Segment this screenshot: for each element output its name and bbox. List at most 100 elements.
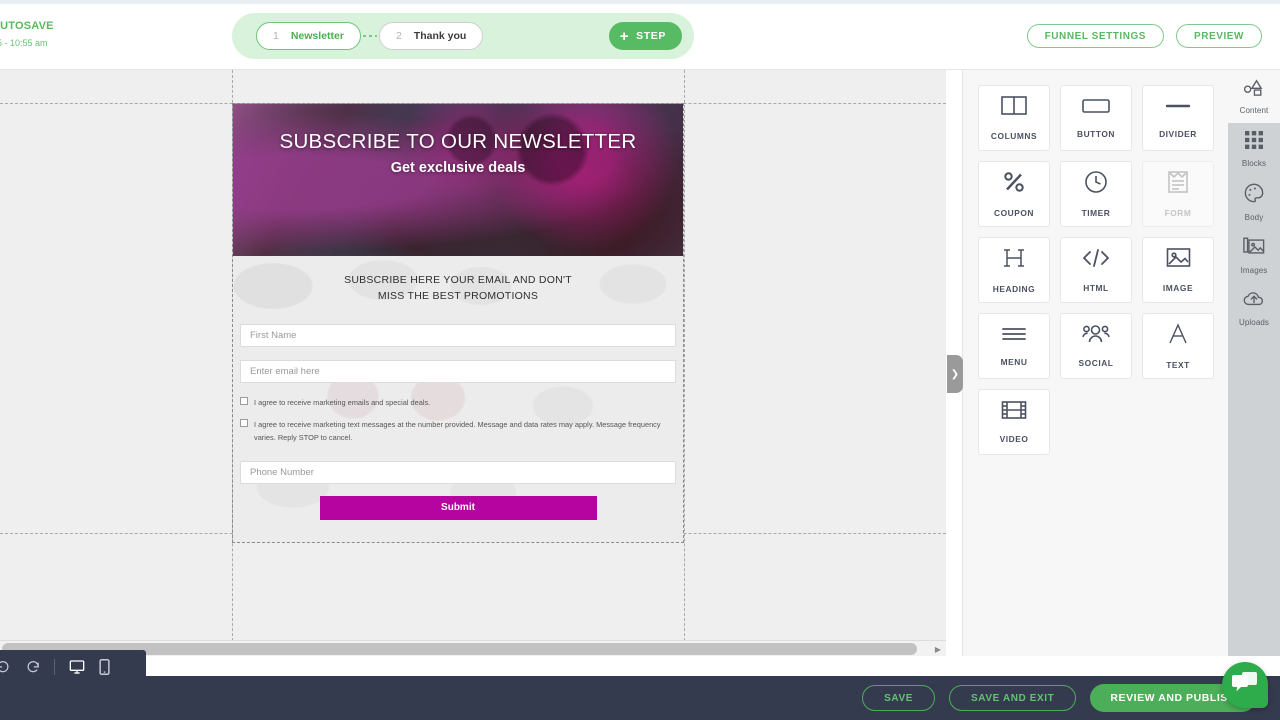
mobile-icon[interactable] (99, 659, 110, 675)
undo-icon[interactable] (0, 660, 11, 675)
tab-label: Content (1240, 106, 1269, 115)
save-button[interactable]: SAVE (862, 685, 935, 711)
content-tile-html[interactable]: HTML (1060, 237, 1132, 303)
add-step-label: STEP (636, 30, 666, 42)
hero-subtitle: Get exclusive deals (391, 160, 526, 176)
menu-icon (1001, 325, 1027, 348)
content-panel: COLUMNS BUTTON DIVIDER (962, 70, 1280, 656)
consent-sms-checkbox[interactable] (240, 419, 248, 427)
content-tile-image[interactable]: IMAGE (1142, 237, 1214, 303)
step-label: Thank you (414, 30, 467, 42)
redo-icon[interactable] (25, 660, 40, 675)
content-tile-timer[interactable]: TIMER (1060, 161, 1132, 227)
step-number: 2 (396, 30, 402, 42)
step-pill-thank-you[interactable]: 2 Thank you (379, 22, 483, 50)
shapes-icon (1243, 79, 1265, 101)
divider-icon (1165, 97, 1191, 120)
tile-label: HEADING (993, 284, 1035, 294)
columns-icon (1001, 95, 1027, 122)
content-tile-heading[interactable]: HEADING (978, 237, 1050, 303)
hero-image-block[interactable]: SUBSCRIBE TO OUR NEWSLETTER Get exclusiv… (233, 104, 683, 256)
device-preview-toolbar (0, 650, 146, 684)
content-tile-divider[interactable]: DIVIDER (1142, 85, 1214, 151)
tile-label: DIVIDER (1159, 129, 1197, 139)
form-heading-line2: MISS THE BEST PROMOTIONS (240, 288, 676, 304)
form-icon (1167, 170, 1189, 199)
content-tile-text[interactable]: TEXT (1142, 313, 1214, 379)
consent-email-row[interactable]: I agree to receive marketing emails and … (240, 396, 676, 410)
chevron-right-icon: ❯ (951, 369, 959, 380)
tile-label: TIMER (1082, 208, 1111, 218)
tile-label: COUPON (994, 208, 1034, 218)
chat-widget-button[interactable] (1222, 662, 1268, 708)
content-tile-form: FORM (1142, 161, 1214, 227)
text-icon (1167, 322, 1189, 351)
tile-label: HTML (1083, 283, 1108, 293)
tab-label: Body (1245, 213, 1264, 222)
form-heading: SUBSCRIBE HERE YOUR EMAIL AND DON'T MISS… (240, 272, 676, 304)
canvas-guide-right (684, 70, 685, 656)
consent-sms-row[interactable]: I agree to receive marketing text messag… (240, 418, 676, 445)
consent-email-checkbox[interactable] (240, 397, 248, 405)
tile-label: VIDEO (1000, 434, 1029, 444)
content-tile-menu[interactable]: MENU (978, 313, 1050, 379)
image-icon (1166, 247, 1191, 274)
step-pill-newsletter[interactable]: 1 Newsletter (256, 22, 361, 50)
tile-label: COLUMNS (991, 131, 1037, 141)
consent-email-label: I agree to receive marketing emails and … (254, 396, 430, 410)
content-tile-video[interactable]: VIDEO (978, 389, 1050, 455)
desktop-icon[interactable] (69, 659, 85, 675)
content-tile-columns[interactable]: COLUMNS (978, 85, 1050, 151)
hscroll-right-arrow-icon[interactable]: ▶ (930, 641, 946, 656)
plus-icon: + (620, 29, 629, 44)
content-tile-button[interactable]: BUTTON (1060, 85, 1132, 151)
hero-text-overlay: SUBSCRIBE TO OUR NEWSLETTER Get exclusiv… (233, 104, 683, 256)
tab-label: Uploads (1239, 318, 1269, 327)
topbar-accent-line (0, 0, 1280, 4)
toolbar-divider (54, 659, 55, 675)
submit-button[interactable]: Submit (320, 496, 597, 520)
code-icon (1083, 247, 1109, 274)
tab-uploads[interactable]: Uploads (1228, 282, 1280, 335)
panel-collapse-handle[interactable]: ❯ (947, 355, 963, 393)
tile-label: FORM (1165, 208, 1192, 218)
tab-label: Images (1241, 266, 1268, 275)
step-number: 1 (273, 30, 279, 42)
preview-button[interactable]: PREVIEW (1176, 24, 1262, 48)
content-tile-coupon[interactable]: COUPON (978, 161, 1050, 227)
phone-input[interactable]: Phone Number (240, 461, 676, 484)
autosave-timestamp: 05 - 10:55 am (0, 38, 112, 48)
panel-tabs-rail: Content Blocks (1228, 70, 1280, 656)
top-right-actions: FUNNEL SETTINGS PREVIEW (1027, 24, 1262, 48)
gallery-icon (1243, 237, 1265, 261)
funnel-email-editor: AUTOSAVE 05 - 10:55 am 1 Newsletter 2 Th… (0, 0, 1280, 720)
tile-label: MENU (1001, 357, 1028, 367)
tab-images[interactable]: Images (1228, 229, 1280, 282)
autosave-label: AUTOSAVE (0, 20, 112, 32)
button-icon (1082, 97, 1110, 120)
email-form-block[interactable]: SUBSCRIBE HERE YOUR EMAIL AND DON'T MISS… (233, 256, 683, 542)
step-label: Newsletter (291, 30, 344, 42)
content-tiles-grid: COLUMNS BUTTON DIVIDER (978, 85, 1230, 455)
email-template[interactable]: SUBSCRIBE TO OUR NEWSLETTER Get exclusiv… (233, 104, 683, 542)
editor-canvas[interactable]: SUBSCRIBE TO OUR NEWSLETTER Get exclusiv… (0, 70, 946, 656)
top-bar: AUTOSAVE 05 - 10:55 am 1 Newsletter 2 Th… (0, 0, 1280, 70)
tab-blocks[interactable]: Blocks (1228, 123, 1280, 176)
video-icon (1001, 400, 1027, 425)
email-input[interactable]: Enter email here (240, 360, 676, 383)
social-icon (1082, 324, 1110, 349)
tab-body[interactable]: Body (1228, 176, 1280, 229)
palette-icon (1244, 183, 1264, 208)
content-tile-social[interactable]: SOCIAL (1060, 313, 1132, 379)
tile-label: TEXT (1166, 360, 1190, 370)
save-and-exit-button[interactable]: SAVE AND EXIT (949, 685, 1076, 711)
first-name-input[interactable]: First Name (240, 324, 676, 347)
tile-label: IMAGE (1163, 283, 1193, 293)
tab-content[interactable]: Content (1228, 70, 1280, 123)
tile-label: BUTTON (1077, 129, 1115, 139)
chat-bubble-icon (1232, 671, 1258, 700)
add-step-button[interactable]: + STEP (609, 22, 682, 50)
funnel-settings-button[interactable]: FUNNEL SETTINGS (1027, 24, 1164, 48)
tile-label: SOCIAL (1079, 358, 1114, 368)
autosave-status: AUTOSAVE 05 - 10:55 am (0, 20, 112, 48)
